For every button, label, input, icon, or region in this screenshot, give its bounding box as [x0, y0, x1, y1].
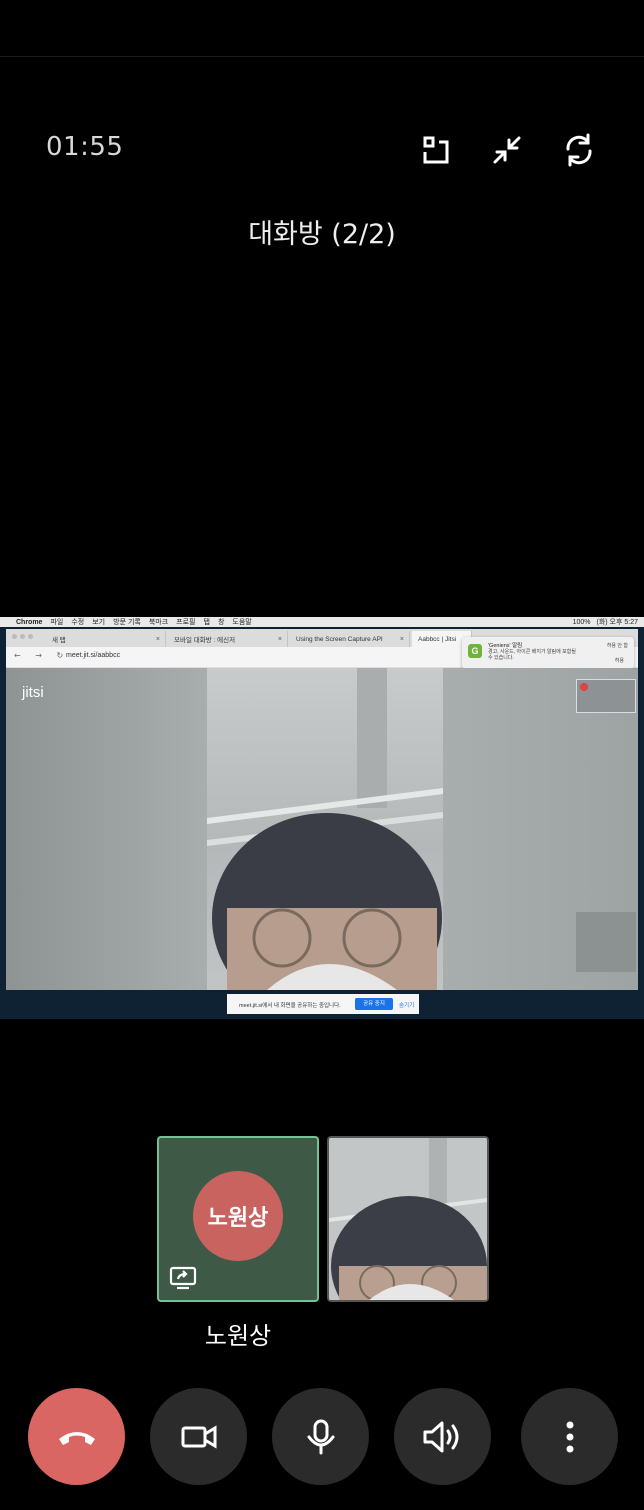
- status-divider: [0, 56, 644, 57]
- geniens-icon: G: [468, 644, 482, 658]
- pip-icon[interactable]: [413, 128, 457, 172]
- notification-allow: 허용 안 함: [606, 643, 628, 649]
- notification-deny: 허용: [614, 658, 624, 664]
- mac-menu-item: 프로필: [176, 619, 196, 626]
- speaker-icon: [423, 1421, 458, 1452]
- avatar: 노원상: [193, 1171, 283, 1261]
- close-icon: ×: [399, 635, 404, 643]
- mac-clock: (화) 오후 5:27: [596, 619, 639, 626]
- browser-tab: 모바일 대화방 : 에신저 ×: [168, 631, 288, 647]
- mac-menu-item: Chrome: [16, 618, 43, 626]
- mini-thumbnail: [576, 679, 636, 713]
- mac-menu-item: 방문 기록: [113, 619, 141, 626]
- stop-sharing-button: 공유 중지: [355, 998, 393, 1010]
- participant-tile-active[interactable]: 노원상: [157, 1136, 319, 1302]
- camera-toggle-button[interactable]: [150, 1388, 247, 1485]
- mac-menu-item: 북마크: [148, 619, 169, 626]
- more-vertical-icon: [566, 1421, 573, 1452]
- blurred-background: [6, 668, 207, 990]
- browser-tab: Using the Screen Capture API ×: [290, 631, 410, 647]
- end-call-button[interactable]: [28, 1388, 125, 1485]
- participant-video: [329, 1138, 487, 1300]
- mac-menu-item: 수정: [71, 619, 85, 626]
- mac-menu-bar: Chrome 파일 수정 보기 방문 기록 북마크 프로필 탭 창 도움말 10…: [0, 617, 644, 627]
- url-text: meet.jit.si/aabbcc: [66, 652, 121, 659]
- mac-menu-item: 도움말: [232, 619, 252, 626]
- call-timer: 01:55: [46, 132, 124, 162]
- window-controls: [12, 634, 33, 639]
- battery-text: 100%: [572, 618, 591, 626]
- mac-menu-item: 창: [217, 619, 225, 626]
- screen-share-icon: [169, 1266, 197, 1290]
- shared-camera-video: [207, 668, 443, 990]
- mini-participant-tile: [576, 912, 636, 972]
- speaker-toggle-button[interactable]: [394, 1388, 491, 1485]
- more-options-button[interactable]: [521, 1388, 618, 1485]
- hangup-icon: [58, 1431, 95, 1445]
- microphone-icon: [307, 1419, 334, 1454]
- speaker-name: 노원상: [204, 1322, 272, 1350]
- notification-popup: G 'Geniens' 알림 경고, 사운드, 아이콘 배지가 알림에 포함될 …: [462, 637, 634, 669]
- minimize-icon[interactable]: [485, 128, 529, 172]
- nav-arrows-icon: ← → ↻: [14, 651, 70, 660]
- browser-tab: 새 탭 ×: [46, 631, 166, 647]
- jitsi-stage: jitsi: [6, 668, 638, 990]
- shared-screen: Chrome 파일 수정 보기 방문 기록 북마크 프로필 탭 창 도움말 10…: [0, 617, 644, 1019]
- hide-share-bar-link: 숨기기: [399, 1003, 415, 1009]
- close-icon: ×: [277, 635, 282, 643]
- screen-share-bar: meet.jit.si에서 내 화면을 공유하는 중입니다. 공유 중지 숨기기: [227, 994, 419, 1014]
- notification-body: 경고, 사운드, 아이콘 배지가 알림에 포함될 수 있습니다.: [488, 649, 576, 661]
- participant-tile-video[interactable]: [327, 1136, 489, 1302]
- notification-title: 'Geniens' 알림: [488, 643, 523, 649]
- mac-menu-item: 탭: [203, 619, 210, 626]
- share-message: meet.jit.si에서 내 화면을 공유하는 중입니다.: [239, 1003, 341, 1009]
- mac-menu-item: 파일: [50, 619, 64, 626]
- room-title: 대화방 (2/2): [248, 219, 396, 250]
- mic-toggle-button[interactable]: [272, 1388, 369, 1485]
- switch-camera-icon[interactable]: [557, 128, 601, 172]
- jitsi-logo: jitsi: [22, 684, 44, 701]
- mac-menu-item: 보기: [92, 619, 106, 626]
- video-camera-icon: [181, 1424, 216, 1449]
- close-icon: ×: [155, 635, 160, 643]
